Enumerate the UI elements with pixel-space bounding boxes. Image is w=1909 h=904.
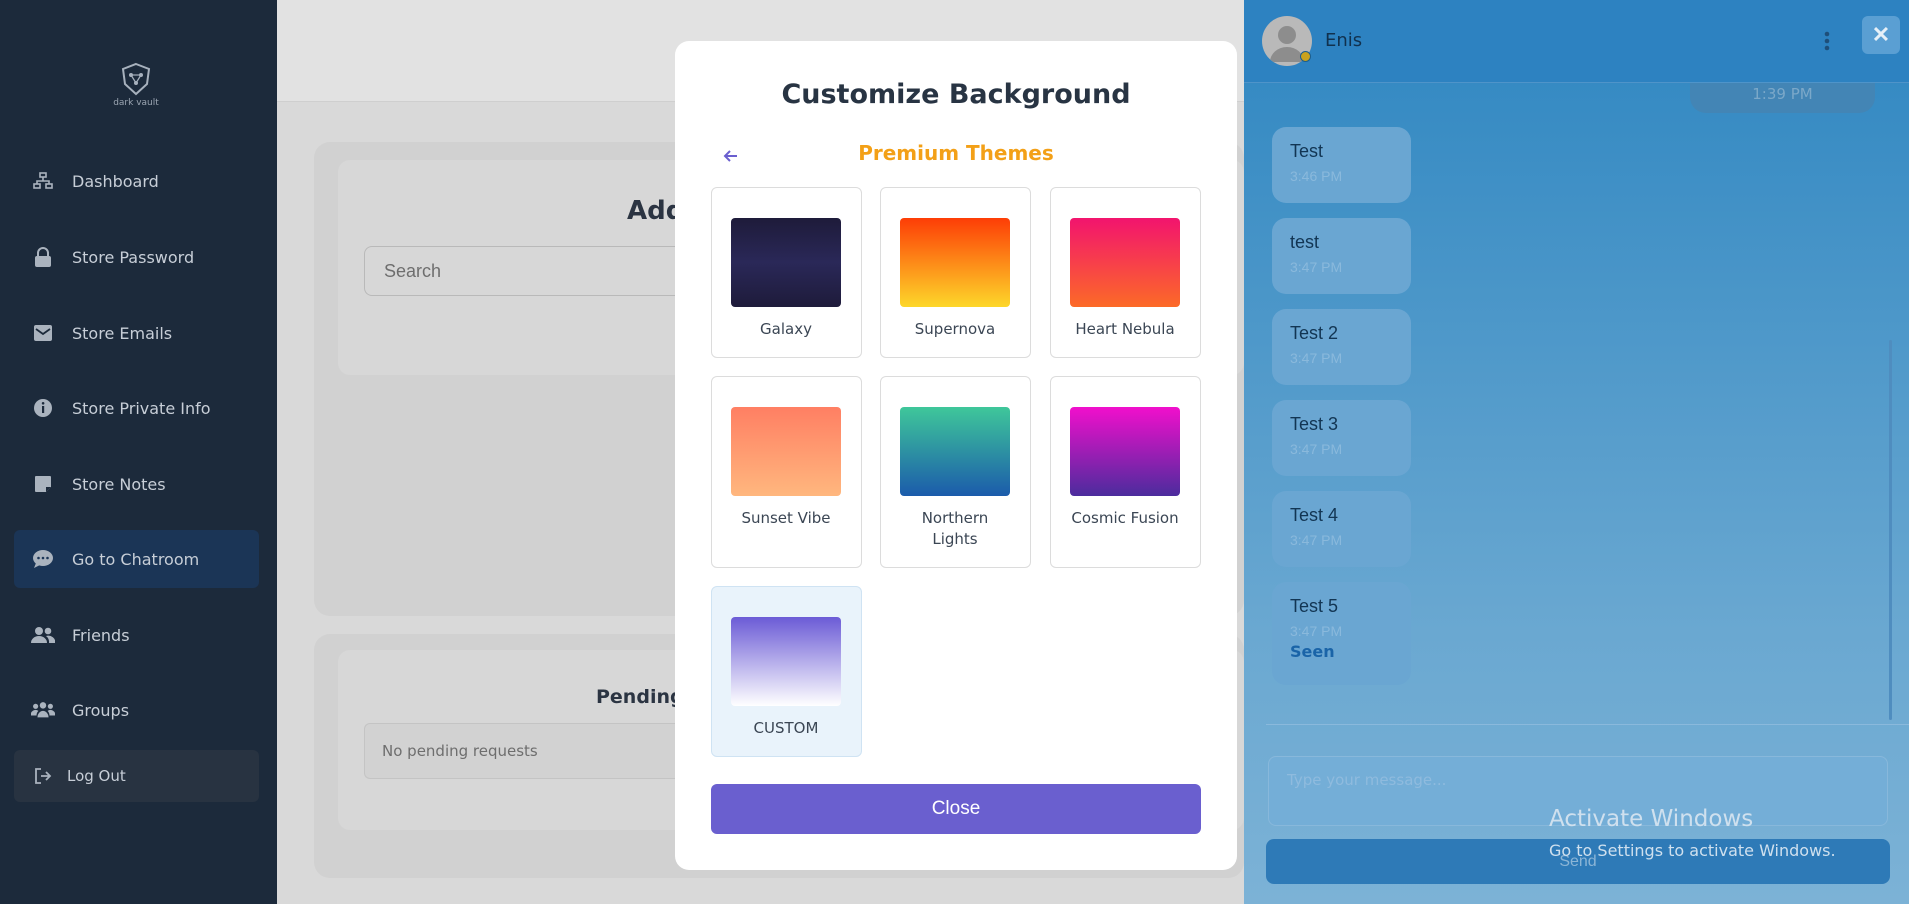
divider — [1266, 724, 1909, 725]
contact-name: Enis — [1325, 30, 1363, 51]
pending-empty-text: No pending requests — [364, 723, 684, 779]
sidebar-item-label: Friends — [72, 625, 130, 645]
shield-logo-icon — [121, 62, 151, 96]
theme-swatch — [1070, 407, 1180, 496]
sidebar-item-dashboard[interactable]: Dashboard — [14, 152, 259, 210]
sidebar-item-label: Dashboard — [72, 171, 159, 191]
message-bubble: Test 2 3:47 PM — [1272, 309, 1411, 385]
message-time: 3:47 PM — [1290, 441, 1343, 457]
message-bubble: test 3:47 PM — [1272, 218, 1411, 294]
sidebar-item-go-to-chatroom[interactable]: Go to Chatroom — [14, 530, 259, 588]
message-text: Test 4 — [1290, 505, 1339, 525]
chat-panel: 1:39 PM Enis ✕ Test 3:46 PM test 3:47 PM… — [1244, 0, 1909, 904]
sidebar-item-store-password[interactable]: Store Password — [14, 228, 259, 286]
logo-text: dark vault — [113, 98, 159, 108]
close-button[interactable]: Close — [711, 784, 1201, 834]
message-text: test — [1290, 232, 1320, 252]
message-time: 3:47 PM — [1290, 623, 1343, 639]
modal-title: Customize Background — [781, 79, 1131, 110]
logout-icon — [31, 764, 55, 788]
theme-label: Northern Lights — [921, 509, 989, 548]
logout-label: Log Out — [67, 767, 126, 785]
groups-icon — [31, 698, 55, 722]
chat-icon — [31, 547, 55, 571]
message-text: Test 5 — [1290, 596, 1339, 616]
theme-card-supernova[interactable]: Supernova — [880, 187, 1031, 358]
message-time: 3:47 PM — [1290, 350, 1343, 366]
theme-card-galaxy[interactable]: Galaxy — [711, 187, 862, 358]
sidebar: dark vault Dashboard Store Password Stor… — [0, 0, 277, 904]
search-input[interactable]: Search — [364, 246, 684, 296]
message-text: Test 2 — [1290, 323, 1339, 343]
sidebar-item-label: Go to Chatroom — [72, 549, 200, 569]
theme-swatch — [731, 218, 841, 307]
message-bubble: Test 3 3:47 PM — [1272, 400, 1411, 476]
note-icon — [31, 472, 55, 496]
sidebar-item-label: Store Password — [72, 247, 195, 267]
sidebar-item-store-emails[interactable]: Store Emails — [14, 304, 259, 362]
theme-label: CUSTOM — [753, 719, 819, 737]
sidebar-item-groups[interactable]: Groups — [14, 681, 259, 739]
theme-label: Supernova — [914, 320, 996, 338]
message-text: Test 3 — [1290, 414, 1339, 434]
activate-windows-subtitle: Go to Settings to activate Windows. — [1549, 841, 1836, 860]
seen-indicator: Seen — [1290, 642, 1335, 661]
close-chat-button[interactable]: ✕ — [1862, 16, 1900, 54]
sidebar-item-label: Groups — [72, 700, 130, 720]
theme-swatch — [1070, 218, 1180, 307]
customize-background-modal: Customize Background Premium Themes Gala… — [675, 41, 1237, 870]
message-bubble: Test 3:46 PM — [1272, 127, 1411, 203]
theme-card-cosmic-fusion[interactable]: Cosmic Fusion — [1050, 376, 1201, 568]
message-bubble: Test 5 3:47 PM Seen — [1272, 582, 1411, 685]
message-time: 3:47 PM — [1290, 259, 1343, 275]
info-icon — [31, 396, 55, 420]
theme-swatch — [731, 617, 841, 706]
theme-swatch — [900, 218, 1010, 307]
message-bubble: Test 4 3:47 PM — [1272, 491, 1411, 567]
sitemap-icon — [31, 169, 55, 193]
pending-title: Pending — [596, 686, 684, 708]
sidebar-item-friends[interactable]: Friends — [14, 606, 259, 664]
theme-label: Cosmic Fusion — [1071, 509, 1179, 527]
chat-header: Enis ✕ — [1244, 0, 1909, 83]
chat-scrollbar[interactable] — [1889, 340, 1892, 720]
close-icon: ✕ — [1871, 22, 1891, 47]
theme-swatch — [900, 407, 1010, 496]
theme-card-heart-nebula[interactable]: Heart Nebula — [1050, 187, 1201, 358]
theme-card-sunset-vibe[interactable]: Sunset Vibe — [711, 376, 862, 568]
message-time: 3:46 PM — [1290, 168, 1343, 184]
sidebar-item-label: Store Notes — [72, 474, 166, 494]
message-text: Test — [1290, 141, 1324, 161]
theme-label: Heart Nebula — [1075, 320, 1175, 338]
sidebar-item-label: Store Private Info — [72, 398, 211, 418]
users-icon — [31, 623, 55, 647]
sidebar-item-store-notes[interactable]: Store Notes — [14, 455, 259, 513]
logout-button[interactable]: Log Out — [14, 750, 259, 802]
theme-card-custom[interactable]: CUSTOM — [711, 586, 862, 757]
sidebar-item-store-private-info[interactable]: Store Private Info — [14, 379, 259, 437]
sidebar-item-label: Store Emails — [72, 323, 173, 343]
more-options-icon[interactable] — [1820, 26, 1834, 56]
message-time: 3:47 PM — [1290, 532, 1343, 548]
lock-icon — [31, 245, 55, 269]
online-status-dot — [1300, 51, 1311, 62]
theme-card-northern-lights[interactable]: Northern Lights — [880, 376, 1031, 568]
envelope-icon — [31, 321, 55, 345]
activate-windows-title: Activate Windows — [1549, 806, 1754, 832]
theme-label: Sunset Vibe — [741, 509, 831, 527]
app-logo[interactable]: dark vault — [112, 62, 160, 108]
theme-swatch — [731, 407, 841, 496]
theme-label: Galaxy — [760, 320, 812, 338]
section-title: Premium Themes — [858, 141, 1054, 165]
